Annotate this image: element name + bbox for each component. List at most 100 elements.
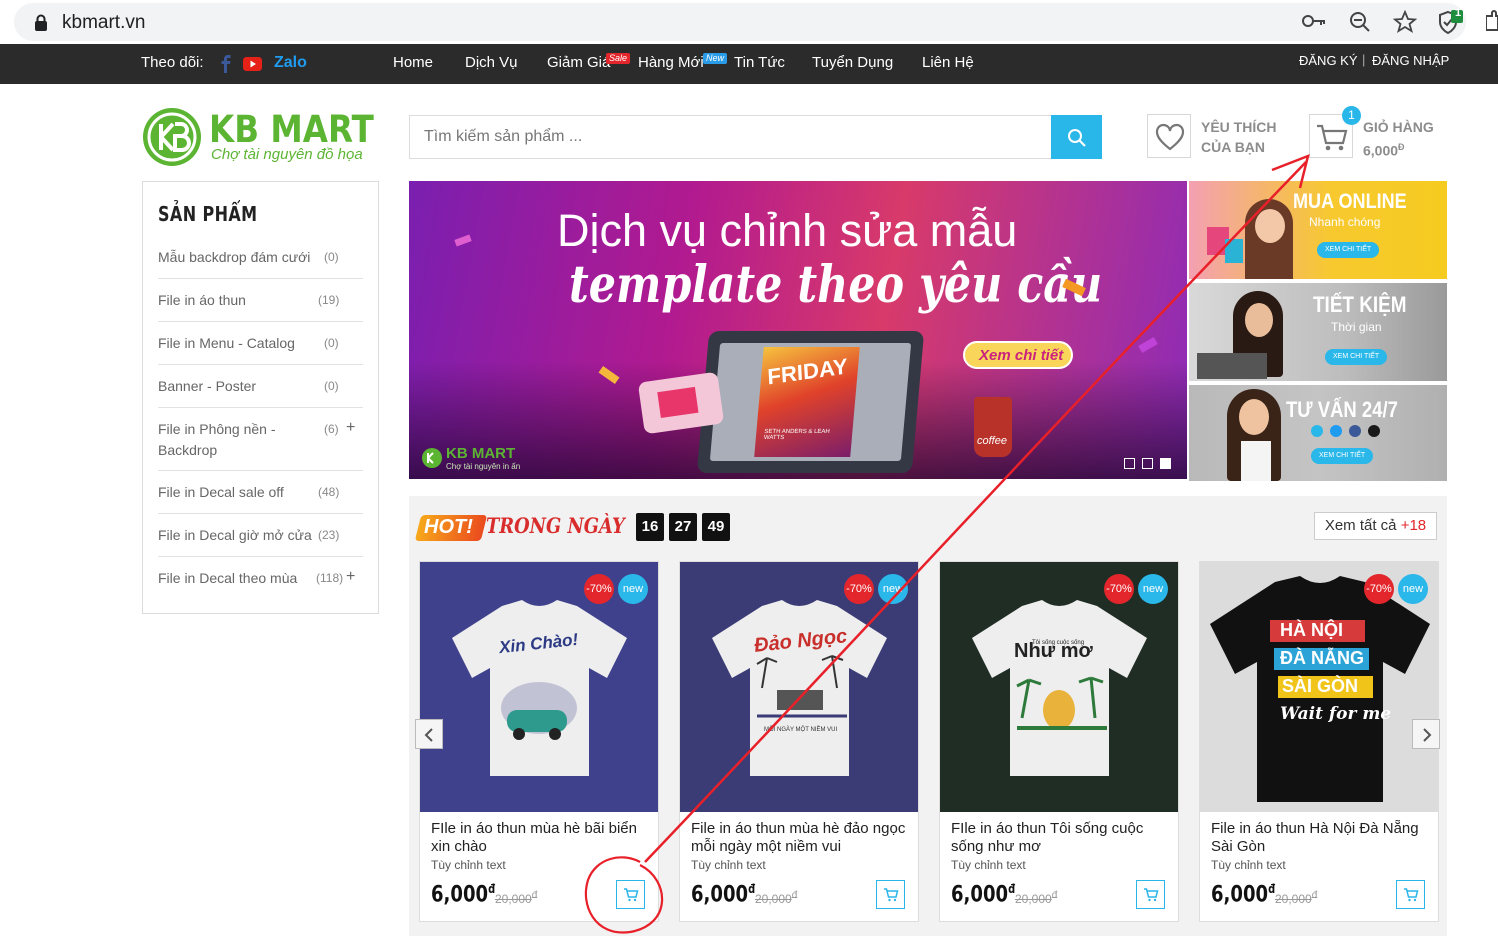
old-price-value: 20,000 — [495, 892, 532, 906]
view-all-button[interactable]: Xem tất cả +18 — [1314, 512, 1437, 540]
expand-toggle[interactable]: + — [346, 568, 355, 586]
sidebar-item-wedding-backdrop[interactable]: Mẫu backdrop đám cưới (0) — [158, 247, 363, 279]
product-price: 6,000đ — [431, 882, 495, 907]
nav-recruitment[interactable]: Tuyển Dụng — [812, 54, 893, 71]
slider-dot[interactable] — [1142, 458, 1153, 469]
sidebar-item-banner-poster[interactable]: Banner - Poster (0) — [158, 376, 363, 408]
search-icon — [1068, 129, 1086, 147]
timer-minutes: 27 — [669, 513, 697, 541]
product-name[interactable]: File in áo thun mùa hè đảo ngọc mỗi ngày… — [691, 820, 916, 856]
wishlist-button[interactable] — [1147, 114, 1191, 158]
zoom-out-icon[interactable] — [1348, 10, 1372, 34]
timer-seconds: 49 — [702, 513, 730, 541]
shirt-subtext: Tôi sống cuộc sống — [1032, 640, 1085, 646]
product-card[interactable]: Đảo Ngọc MỖI NGÀY MỘT NIỀM VUI -70% new … — [679, 561, 919, 922]
lock-icon — [35, 14, 47, 31]
laptop-illustration — [1197, 353, 1267, 379]
product-name[interactable]: File in áo thun Hà Nội Đà Nẵng Sài Gòn — [1211, 820, 1436, 856]
expand-toggle[interactable]: + — [346, 419, 355, 437]
currency-symbol: đ — [791, 890, 798, 901]
wishlist-label-2[interactable]: CỦA BẠN — [1201, 137, 1265, 157]
product-subtitle: Tùy chỉnh text — [431, 858, 506, 872]
side-ad-support[interactable]: TƯ VẤN 24/7 XEM CHI TIẾT — [1189, 385, 1447, 481]
wishlist-label-1[interactable]: YÊU THÍCH — [1201, 117, 1276, 137]
carousel-next-button[interactable] — [1412, 719, 1440, 749]
zalo-link[interactable]: Zalo — [274, 54, 307, 72]
bookmark-star-icon[interactable] — [1393, 10, 1417, 34]
side-ad-title: MUA ONLINE — [1293, 190, 1407, 213]
search-input[interactable] — [410, 116, 1051, 158]
currency-symbol: đ — [1311, 890, 1318, 901]
discount-badge: -70% — [1364, 574, 1394, 604]
side-ad-save-time[interactable]: TIẾT KIỆM Thời gian XEM CHI TIẾT — [1189, 283, 1447, 381]
site-logo[interactable]: KB MART Chợ tài nguyên đồ họa — [141, 106, 381, 168]
sidebar-item-decal-sale[interactable]: File in Decal sale off (48) — [158, 482, 363, 514]
nav-new-products[interactable]: Hàng Mới — [638, 54, 704, 71]
cart-label[interactable]: GIỎ HÀNG — [1363, 117, 1434, 137]
facebook-icon[interactable] — [221, 55, 231, 73]
side-ad-button[interactable]: XEM CHI TIẾT — [1311, 448, 1374, 464]
product-name[interactable]: FIle in áo thun Tôi sống cuộc sống như m… — [951, 820, 1176, 856]
add-to-cart-button[interactable] — [616, 880, 645, 909]
view-all-label: Xem tất cả — [1324, 517, 1397, 534]
side-ad-title: TIẾT KIỆM — [1313, 292, 1407, 317]
sidebar-item-decal-hours[interactable]: File in Decal giờ mở cửa (23) — [158, 525, 363, 557]
banner-cta-button[interactable]: Xem chi tiết — [963, 341, 1073, 369]
product-old-price: 20,000đ — [1275, 890, 1317, 906]
side-ad-buy-online[interactable]: MUA ONLINE Nhanh chóng XEM CHI TIẾT — [1189, 181, 1447, 279]
sidebar-item-label: File in Phông nền - Backdrop — [158, 421, 276, 458]
youtube-icon[interactable] — [243, 57, 262, 71]
search-bar — [409, 115, 1102, 159]
sidebar-item-tshirt[interactable]: File in áo thun (19) — [158, 290, 363, 322]
sidebar-item-decal-season[interactable]: File in Decal theo mùa (118) + — [158, 568, 363, 600]
add-to-cart-button[interactable] — [1396, 880, 1425, 909]
add-to-cart-button[interactable] — [1136, 880, 1165, 909]
puzzle-icon[interactable] — [1486, 10, 1498, 34]
cart-total: 6,000Đ — [1363, 137, 1405, 161]
main-banner-slider[interactable]: Dịch vụ chỉnh sửa mẫu template theo yêu … — [409, 181, 1187, 479]
product-old-price: 20,000đ — [755, 890, 797, 906]
side-ad-title: TƯ VẤN 24/7 — [1286, 397, 1398, 422]
new-badge: new — [1398, 574, 1428, 604]
sidebar-item-menu-catalog[interactable]: File in Menu - Catalog (0) — [158, 333, 363, 365]
slider-dot[interactable] — [1124, 458, 1135, 469]
address-bar[interactable]: kbmart.vn — [14, 3, 1466, 41]
browser-toolbar: kbmart.vn 1 — [0, 0, 1498, 44]
nav-services[interactable]: Dịch Vụ — [465, 54, 518, 71]
carousel-prev-button[interactable] — [415, 719, 443, 749]
product-card[interactable]: Như mơ Tôi sống cuộc sống -70% new FIle … — [939, 561, 1179, 922]
tshirt-illustration — [972, 600, 1147, 776]
side-ad-button[interactable]: XEM CHI TIẾT — [1317, 242, 1380, 258]
product-name[interactable]: FIle in áo thun mùa hè bãi biển xin chào — [431, 820, 656, 856]
old-price-value: 20,000 — [1015, 892, 1052, 906]
auth-separator: | — [1362, 52, 1366, 67]
key-icon[interactable] — [1301, 10, 1327, 32]
tshirt-illustration — [452, 600, 627, 776]
search-button[interactable] — [1051, 115, 1102, 159]
nav-home[interactable]: Home — [393, 54, 433, 71]
nav-contact[interactable]: Liên Hệ — [922, 54, 974, 71]
new-badge: new — [1138, 574, 1168, 604]
product-card[interactable]: HÀ NỘI ĐÀ NẴNG SÀI GÒN Wait for me -70% … — [1199, 561, 1439, 922]
product-card[interactable]: Xin Chào! -70% new FIle in áo thun mùa h… — [419, 561, 659, 922]
nav-discount[interactable]: Giảm Giá — [547, 54, 610, 71]
sidebar-item-label: Mẫu backdrop đám cưới — [158, 249, 311, 265]
add-to-cart-button[interactable] — [876, 880, 905, 909]
register-link[interactable]: ĐĂNG KÝ — [1299, 53, 1358, 68]
tiktok-icon — [1368, 425, 1380, 437]
sidebar-item-backdrop[interactable]: File in Phông nền - Backdrop (6) + — [158, 419, 363, 471]
side-ad-button[interactable]: XEM CHI TIẾT — [1325, 349, 1388, 365]
logo-tagline: Chợ tài nguyên đồ họa — [211, 146, 363, 163]
phone-icon — [1311, 425, 1323, 437]
poster-title: FRIDAY — [766, 353, 849, 390]
poster-subtitle: SETH ANDERS & LEAH WATTS — [763, 429, 830, 441]
tablet-illustration: FRIDAY SETH ANDERS & LEAH WATTS — [696, 331, 925, 473]
palette-card — [637, 371, 725, 435]
shirt-subtext: MỖI NGÀY MỘT NIỀM VUI — [764, 727, 838, 733]
follow-label: Theo dõi: — [141, 54, 204, 71]
slider-dot-active[interactable] — [1160, 458, 1171, 469]
sidebar-item-count: (23) — [318, 528, 340, 542]
sidebar-item-count: (19) — [318, 293, 340, 307]
login-link[interactable]: ĐĂNG NHẬP — [1372, 53, 1449, 68]
nav-news[interactable]: Tin Tức — [734, 54, 785, 71]
